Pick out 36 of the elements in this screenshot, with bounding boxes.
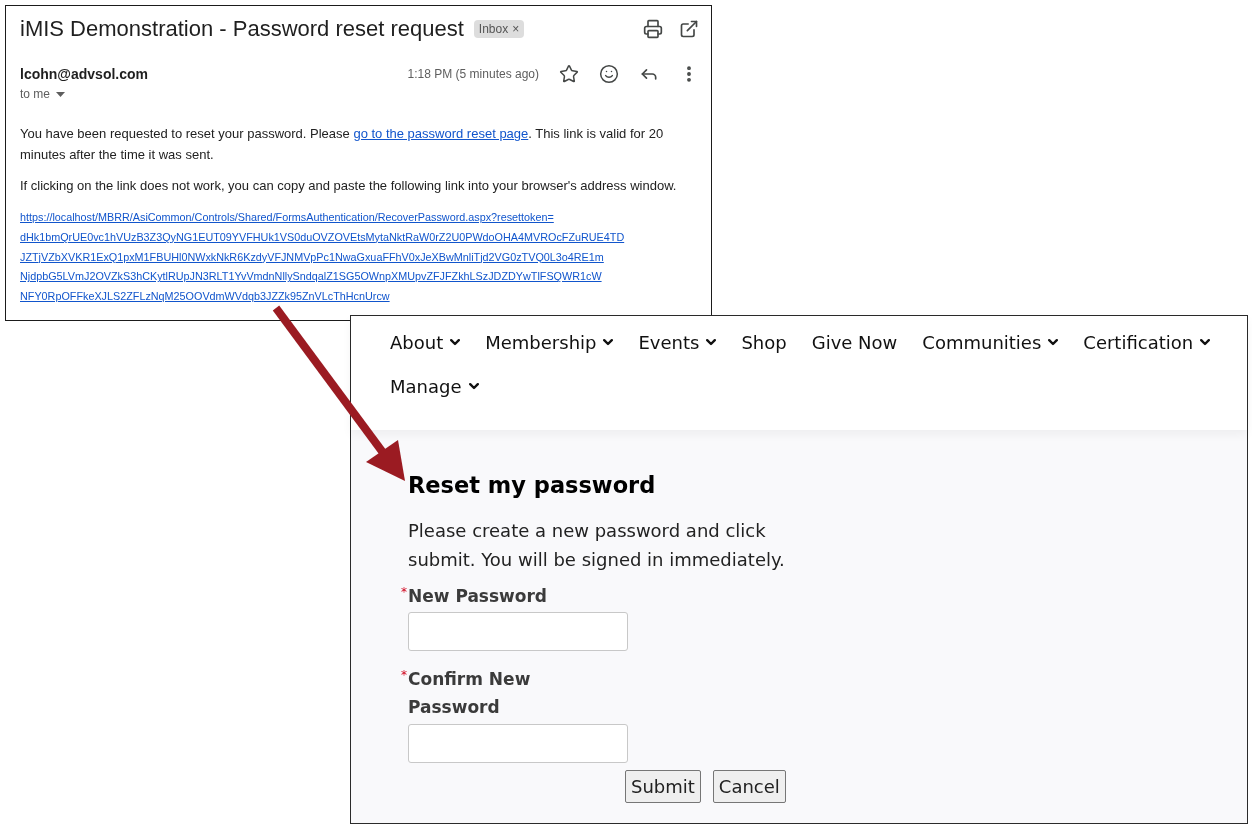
remove-tag-button[interactable]: × — [512, 20, 520, 38]
required-mark: * — [401, 667, 408, 684]
nav-link[interactable]: Shop — [741, 320, 787, 364]
submit-button[interactable]: Submit — [625, 770, 701, 803]
required-mark: * — [401, 584, 408, 601]
intro-text: Please create a new password and click submit. You will be signed in immediately. — [408, 519, 786, 572]
reset-url-link[interactable]: https://localhost/MBRR/AsiCommon/Controls/Shared/FormsAuthentication/RecoverPassword.aspx?resettoken= — [20, 208, 554, 228]
cancel-button[interactable]: Cancel — [712, 770, 786, 803]
field-label: New Password — [408, 585, 548, 608]
star-icon[interactable] — [559, 64, 579, 84]
page-heading: Reset my password — [408, 471, 656, 500]
nav-link[interactable]: Events — [638, 320, 717, 364]
sender-address: lcohn@advsol.com — [20, 66, 148, 82]
email-subject: iMIS Demonstration - Password reset request — [20, 15, 464, 43]
nav-link[interactable]: About — [390, 320, 461, 364]
email-paragraph: You have been requested to reset your password. Please go to the password reset page. This link is valid for 20 minutes after the time it was sent. — [20, 125, 665, 164]
reset-url-link[interactable]: NFY0RpOFFkeXJLS2ZFLzNqM25OOVdmWVdqb3JZZk95ZnVLcThHcnUrcw — [20, 287, 390, 307]
confirm-password-field[interactable] — [408, 724, 628, 763]
email-paragraph: If clicking on the link does not work, you can copy and paste the following link into your browser's address window. — [20, 177, 678, 195]
reset-url-link[interactable]: NjdpbG5LVmJ2OVZkS3hCKytlRUpJN3RLT1YvVmdnNllySndqalZ1SG5OWnpXMUpvZFJFZkhLSzJDZDYwTlFSQWR1cW — [20, 267, 602, 288]
new-password-field[interactable] — [408, 612, 628, 651]
field-label: Confirm New Password — [408, 668, 532, 719]
nav-link[interactable]: Certification — [1083, 320, 1211, 364]
caret-icon[interactable] — [56, 91, 65, 97]
recipient-text[interactable]: to me — [20, 87, 50, 101]
reset-url-link[interactable]: JZTjVZbXVKR1ExQ1pxM1FBUHl0NWxkNkR6KzdyVFJNMVpPc1NwaGxuaFFhV0xJeXBwMnliTjd2VG0zTVQ0L3o4RE1m — [20, 247, 604, 268]
timestamp: 1:18 PM (5 minutes ago) — [407, 67, 539, 81]
printer-icon[interactable] — [643, 19, 663, 39]
nav-link[interactable]: Give Now — [811, 320, 898, 364]
tag-text[interactable]: Inbox — [478, 20, 509, 38]
reset-url-link[interactable]: dHk1bmQrUE0vc1hVUzB3Z3QyNG1EUT09YVFHUk1VS0duOVZOVEtsMytaNktRaW0rZ2U0PWdoOHA4MVROcFZuRUE4TD — [20, 227, 625, 248]
smiley-icon[interactable] — [599, 64, 619, 84]
nav-link[interactable]: Communities — [922, 320, 1059, 364]
nav-link[interactable]: Membership — [485, 320, 614, 364]
open-in-new-icon[interactable] — [679, 19, 699, 39]
nav-link[interactable]: Manage — [390, 364, 479, 408]
